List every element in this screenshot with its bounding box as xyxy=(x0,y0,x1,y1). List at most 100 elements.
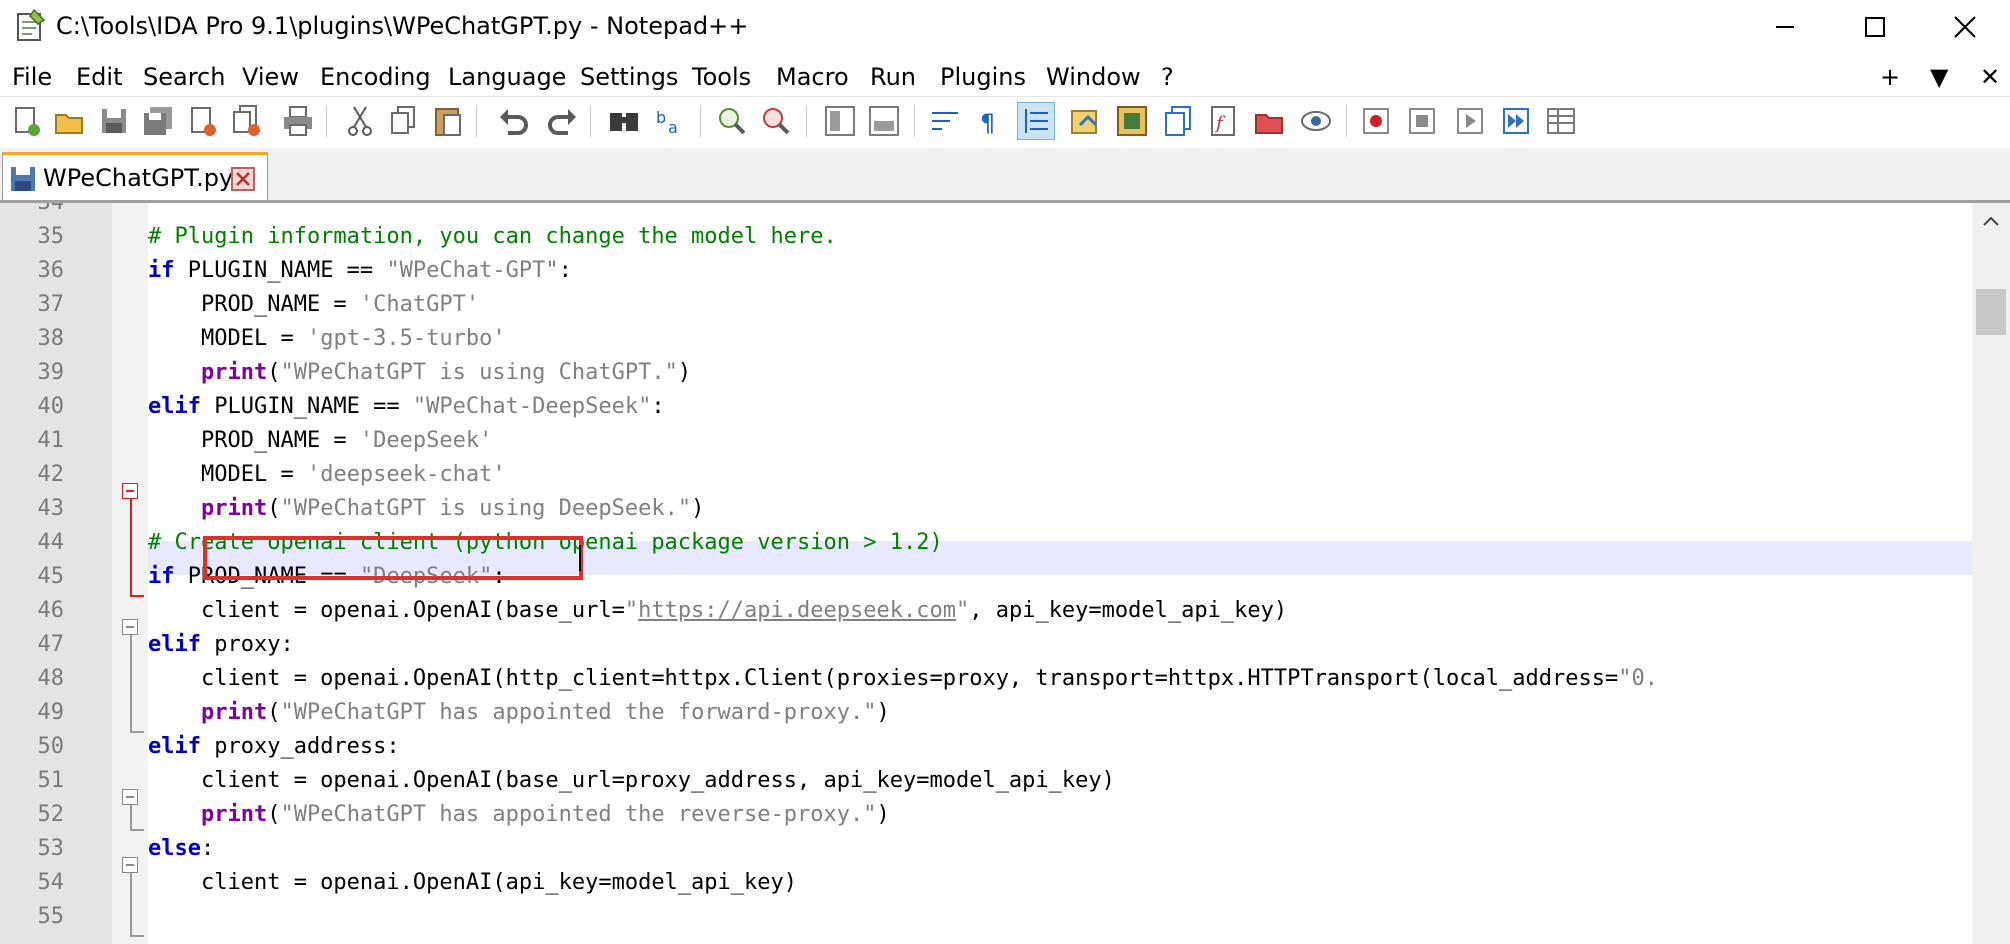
fold-toggle-36[interactable] xyxy=(122,483,138,499)
menu-language[interactable]: Language xyxy=(448,62,566,92)
replace-icon[interactable]: ba xyxy=(652,103,688,139)
menu-macro[interactable]: Macro xyxy=(776,62,849,92)
new-file-icon[interactable] xyxy=(8,103,44,139)
redo-icon[interactable] xyxy=(544,103,580,139)
close-file-icon[interactable] xyxy=(184,103,220,139)
code-line[interactable]: client = openai.OpenAI(base_url=proxy_ad… xyxy=(148,764,1968,798)
paste-icon[interactable] xyxy=(430,103,466,139)
menu-search[interactable]: Search xyxy=(143,62,225,92)
code-line[interactable]: else: xyxy=(148,832,1968,866)
maximize-button[interactable] xyxy=(1830,0,1920,53)
menu-run[interactable]: Run xyxy=(870,62,916,92)
tab-wpechatgpt[interactable]: WPeChatGPT.py xyxy=(2,152,268,200)
menu-edit[interactable]: Edit xyxy=(76,62,122,92)
menu-settings[interactable]: Settings xyxy=(580,62,678,92)
fold-line xyxy=(130,499,132,597)
code-line[interactable]: MODEL = 'deepseek-chat' xyxy=(148,458,1968,492)
find-icon[interactable] xyxy=(606,103,642,139)
vertical-scrollbar[interactable] xyxy=(1972,203,2010,944)
menu-window[interactable]: Window xyxy=(1046,62,1141,92)
code-token: "WPeChatGPT is using DeepSeek." xyxy=(280,496,692,521)
zoom-in-icon[interactable] xyxy=(714,103,750,139)
close-all-icon[interactable] xyxy=(228,103,264,139)
menu-help[interactable]: ? xyxy=(1161,62,1174,92)
menu-tools[interactable]: Tools xyxy=(692,62,751,92)
scroll-thumb[interactable] xyxy=(1976,289,2006,335)
word-wrap-icon[interactable] xyxy=(928,103,964,139)
code-line[interactable]: client = openai.OpenAI(base_url="https:/… xyxy=(148,594,1968,628)
zoom-out-icon[interactable] xyxy=(758,103,794,139)
line-number: 49 xyxy=(37,700,65,725)
scroll-up-button[interactable] xyxy=(1972,203,2010,239)
code-token: PLUGIN_NAME == xyxy=(174,258,387,283)
record-macro-icon[interactable] xyxy=(1358,103,1394,139)
code-token: : xyxy=(651,394,665,419)
show-all-chars-icon[interactable]: ¶ xyxy=(972,103,1008,139)
sync-vertical-icon[interactable] xyxy=(822,103,858,139)
menu-bar: File Edit Search View Encoding Language … xyxy=(0,58,2010,94)
code-line[interactable]: PROD_NAME = 'ChatGPT' xyxy=(148,288,1968,322)
menu-plugins[interactable]: Plugins xyxy=(940,62,1026,92)
code-line[interactable] xyxy=(148,203,1968,220)
print-icon[interactable] xyxy=(280,103,316,139)
code-line[interactable] xyxy=(148,900,1968,934)
code-line[interactable]: print("WPeChatGPT has appointed the forw… xyxy=(148,696,1968,730)
code-token: ) xyxy=(876,700,890,725)
copy-icon[interactable] xyxy=(386,103,422,139)
code-line[interactable]: elif proxy: xyxy=(148,628,1968,662)
code-token: "0. xyxy=(1618,666,1658,691)
save-macro-icon[interactable] xyxy=(1544,103,1580,139)
menu-encoding[interactable]: Encoding xyxy=(320,62,431,92)
code-line[interactable]: print("WPeChatGPT has appointed the reve… xyxy=(148,798,1968,832)
menu-file[interactable]: File xyxy=(12,62,52,92)
line-number: 45 xyxy=(37,564,65,589)
code-token: "WPeChat-DeepSeek" xyxy=(412,394,652,419)
minimize-button[interactable] xyxy=(1740,0,1830,53)
code-token: ) xyxy=(691,496,705,521)
document-list-icon[interactable] xyxy=(1160,103,1196,139)
code-token: "WPeChatGPT is using ChatGPT." xyxy=(280,360,678,385)
code-line[interactable]: PROD_NAME = 'DeepSeek' xyxy=(148,424,1968,458)
save-icon[interactable] xyxy=(96,103,132,139)
indent-guide-icon[interactable] xyxy=(1017,102,1055,140)
saved-file-icon xyxy=(9,165,37,193)
code-line[interactable]: print("WPeChatGPT is using ChatGPT.") xyxy=(148,356,1968,390)
fold-toggle-40[interactable] xyxy=(122,619,138,635)
new-tab-button[interactable]: + xyxy=(1880,62,1900,92)
code-token: PROD_NAME = xyxy=(148,428,360,453)
sync-horizontal-icon[interactable] xyxy=(866,103,902,139)
code-token: 'ChatGPT' xyxy=(359,292,480,317)
monitoring-icon[interactable] xyxy=(1298,103,1334,139)
code-token: 'DeepSeek' xyxy=(359,428,493,453)
code-line[interactable]: client = openai.OpenAI(http_client=httpx… xyxy=(148,662,1968,696)
function-list-icon[interactable]: f xyxy=(1206,103,1242,139)
code-line[interactable]: client = openai.OpenAI(api_key=model_api… xyxy=(148,866,1968,900)
line-number: 47 xyxy=(37,632,65,657)
save-all-icon[interactable] xyxy=(140,103,176,139)
code-line[interactable]: elif proxy_address: xyxy=(148,730,1968,764)
document-map-icon[interactable] xyxy=(1114,103,1150,139)
code-line[interactable]: # Plugin information, you can change the… xyxy=(148,220,1968,254)
close-window-button[interactable] xyxy=(1920,0,2010,53)
code-line[interactable]: elif PLUGIN_NAME == "WPeChat-DeepSeek": xyxy=(148,390,1968,424)
cut-icon[interactable] xyxy=(342,103,378,139)
open-file-icon[interactable] xyxy=(52,103,88,139)
tab-close-icon[interactable] xyxy=(231,167,255,191)
code-line[interactable]: MODEL = 'gpt-3.5-turbo' xyxy=(148,322,1968,356)
fold-toggle-47[interactable] xyxy=(122,857,138,873)
playback-macro-icon[interactable] xyxy=(1452,103,1488,139)
fold-toggle-45[interactable] xyxy=(122,789,138,805)
undo-icon[interactable] xyxy=(496,103,532,139)
code-line[interactable]: print("WPeChatGPT is using DeepSeek.") xyxy=(148,492,1968,526)
code-line[interactable]: if PLUGIN_NAME == "WPeChat-GPT": xyxy=(148,254,1968,288)
code-token: if xyxy=(148,564,175,589)
code-token: 'deepseek-chat' xyxy=(306,462,506,487)
run-macro-multiple-icon[interactable] xyxy=(1498,103,1534,139)
close-tab-button[interactable]: ✕ xyxy=(1980,62,2000,92)
menu-view[interactable]: View xyxy=(242,62,299,92)
code-editor[interactable]: 34 35 # Plugin information, you can change… xyxy=(0,203,2010,944)
user-defined-language-icon[interactable] xyxy=(1068,103,1104,139)
folder-as-workspace-icon[interactable] xyxy=(1252,103,1288,139)
tab-list-button[interactable]: ▼ xyxy=(1930,62,1948,92)
stop-recording-icon[interactable] xyxy=(1404,103,1440,139)
